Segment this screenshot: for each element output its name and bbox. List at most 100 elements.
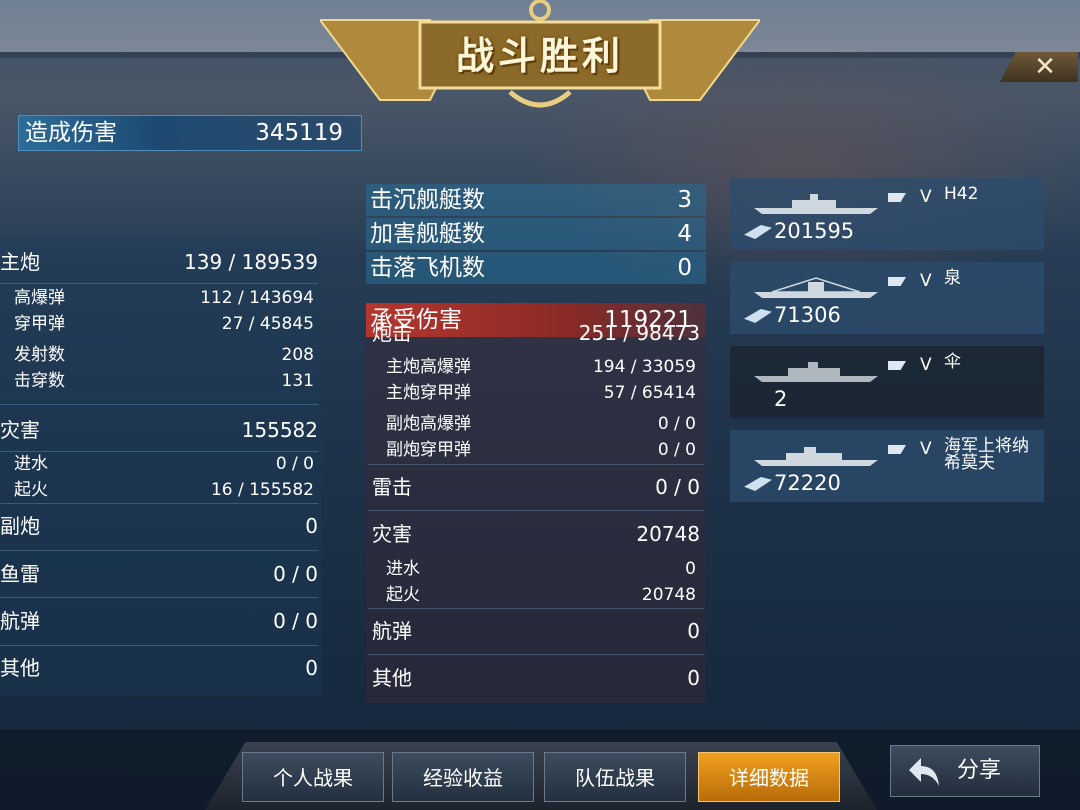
stat-label: 灾害 — [372, 522, 412, 546]
stat-label: 击沉舰艇数 — [370, 187, 485, 213]
ship-tier: V — [888, 270, 932, 292]
stat-label: 其他 — [372, 666, 412, 690]
ship-tier: V — [888, 438, 932, 460]
ship-card-nakhimov[interactable]: V 海军上将纳希莫夫 72220 — [730, 430, 1044, 502]
stat-value: 0 / 0 — [275, 454, 314, 474]
score-value: 2 — [774, 387, 788, 411]
stat-value: 20748 — [641, 585, 696, 605]
ship-name: H42 — [944, 184, 979, 204]
battle-result-title: 战斗胜利 — [455, 34, 624, 78]
tab-personal-results[interactable]: 个人战果 — [242, 752, 384, 802]
ship-name: 泉 — [944, 268, 961, 288]
stat-label: 发射数 — [14, 345, 65, 365]
stat-shots: 发射数 208 — [0, 341, 314, 369]
stat-bomb: 航弹 0 / 0 — [0, 607, 318, 635]
stat-main-he-received: 主炮高爆弹 194 / 33059 — [372, 353, 696, 381]
stat-main-gun: 主炮 139 / 189539 — [0, 248, 318, 276]
stat-label: 灾害 — [0, 418, 40, 442]
stat-label: 进水 — [386, 559, 420, 579]
stat-secondary: 副炮 0 — [0, 512, 318, 540]
ship-silhouette-icon — [754, 277, 878, 298]
tier-label: V — [920, 187, 932, 207]
stat-label: 炮击 — [372, 321, 412, 345]
ship-card-h42[interactable]: V H42 201595 — [730, 178, 1044, 250]
stat-value: 3 — [677, 187, 692, 213]
ship-score: 2 — [774, 386, 787, 412]
stat-main-ap-received: 主炮穿甲弹 57 / 65414 — [372, 379, 696, 407]
stat-value: 112 / 143694 — [200, 288, 314, 308]
share-button[interactable]: 分享 — [890, 745, 1040, 797]
damage-dealt-value: 345119 — [255, 120, 343, 146]
stat-fire-received: 起火 20748 — [372, 581, 696, 609]
tab-team-results[interactable]: 队伍战果 — [544, 752, 686, 802]
sunk-count-row: 击沉舰艇数 3 — [366, 184, 706, 216]
stat-label: 其他 — [0, 656, 40, 680]
stat-value: 251 / 98473 — [578, 321, 700, 345]
stat-value: 139 / 189539 — [184, 250, 318, 274]
stat-fire: 起火 16 / 155582 — [0, 476, 314, 504]
stat-value: 0 / 0 — [655, 475, 700, 499]
damage-dealt-label: 造成伤害 — [25, 120, 117, 146]
stat-value: 0 / 0 — [273, 609, 318, 633]
stat-disaster: 灾害 155582 — [0, 416, 318, 444]
damage-dealt-box: 造成伤害 345119 — [18, 115, 362, 151]
stat-label: 击穿数 — [14, 371, 65, 391]
stat-value: 194 / 33059 — [592, 357, 696, 377]
stat-value: 0 / 0 — [273, 562, 318, 586]
divider — [0, 503, 318, 504]
stat-he: 高爆弹 112 / 143694 — [0, 284, 314, 312]
divider — [0, 550, 318, 551]
stat-label: 高爆弹 — [14, 288, 65, 308]
ship-tier: V — [888, 186, 932, 208]
stat-value: 27 / 45845 — [221, 314, 314, 334]
ship-card-izumi[interactable]: V 泉 71306 — [730, 262, 1044, 334]
stat-label: 击落飞机数 — [370, 255, 485, 281]
stat-label: 起火 — [386, 585, 420, 605]
stat-value: 0 / 0 — [657, 440, 696, 460]
divider — [368, 510, 704, 511]
stat-label: 副炮穿甲弹 — [386, 440, 471, 460]
ship-name: 海军上将纳希莫夫 — [944, 436, 1029, 473]
stat-value: 0 — [305, 514, 318, 538]
divider — [0, 645, 318, 646]
share-arrow-icon — [909, 758, 939, 786]
tab-exp-income[interactable]: 经验收益 — [392, 752, 534, 802]
stat-label: 主炮高爆弹 — [386, 357, 471, 377]
stat-label: 加害舰艇数 — [370, 221, 485, 247]
stat-value: 0 — [687, 619, 700, 643]
damaged-count-row: 加害舰艇数 4 — [366, 218, 706, 250]
stat-label: 穿甲弹 — [14, 314, 65, 334]
stat-sec-he-received: 副炮高爆弹 0 / 0 — [372, 410, 696, 438]
stat-label: 雷击 — [372, 475, 412, 499]
stat-label: 鱼雷 — [0, 562, 40, 586]
tab-detailed-data[interactable]: 详细数据 — [698, 752, 840, 802]
stat-torpedo-received: 雷击 0 / 0 — [372, 473, 700, 501]
stat-flood-received: 进水 0 — [372, 555, 696, 583]
nation-flag-icon — [888, 193, 906, 202]
stat-flood: 进水 0 / 0 — [0, 450, 314, 478]
stat-torpedo: 鱼雷 0 / 0 — [0, 560, 318, 588]
score-value: 201595 — [774, 219, 855, 243]
stat-label: 主炮穿甲弹 — [386, 383, 471, 403]
ship-score: 71306 — [744, 302, 841, 328]
stat-value: 155582 — [241, 418, 318, 442]
ship-score: 201595 — [744, 218, 854, 244]
stat-other: 其他 0 — [0, 654, 318, 682]
ship-silhouette-icon — [754, 362, 878, 382]
stat-bomb-received: 航弹 0 — [372, 617, 700, 645]
stat-value: 57 / 65414 — [603, 383, 696, 403]
nation-flag-icon — [888, 277, 906, 286]
stat-value: 208 — [281, 345, 314, 365]
tier-label: V — [920, 439, 932, 459]
plane-icon — [744, 477, 772, 491]
stat-label: 主炮 — [0, 250, 40, 274]
plane-icon — [744, 225, 772, 239]
stat-disaster-received: 灾害 20748 — [372, 520, 700, 548]
stat-value: 0 — [305, 656, 318, 680]
stat-pens: 击穿数 131 — [0, 367, 314, 395]
stat-label: 航弹 — [0, 609, 40, 633]
ship-card-umbrella[interactable]: V 伞 2 — [730, 346, 1044, 418]
nation-flag-icon — [888, 361, 906, 370]
ship-silhouette-icon — [754, 194, 878, 214]
ship-tier: V — [888, 354, 932, 376]
